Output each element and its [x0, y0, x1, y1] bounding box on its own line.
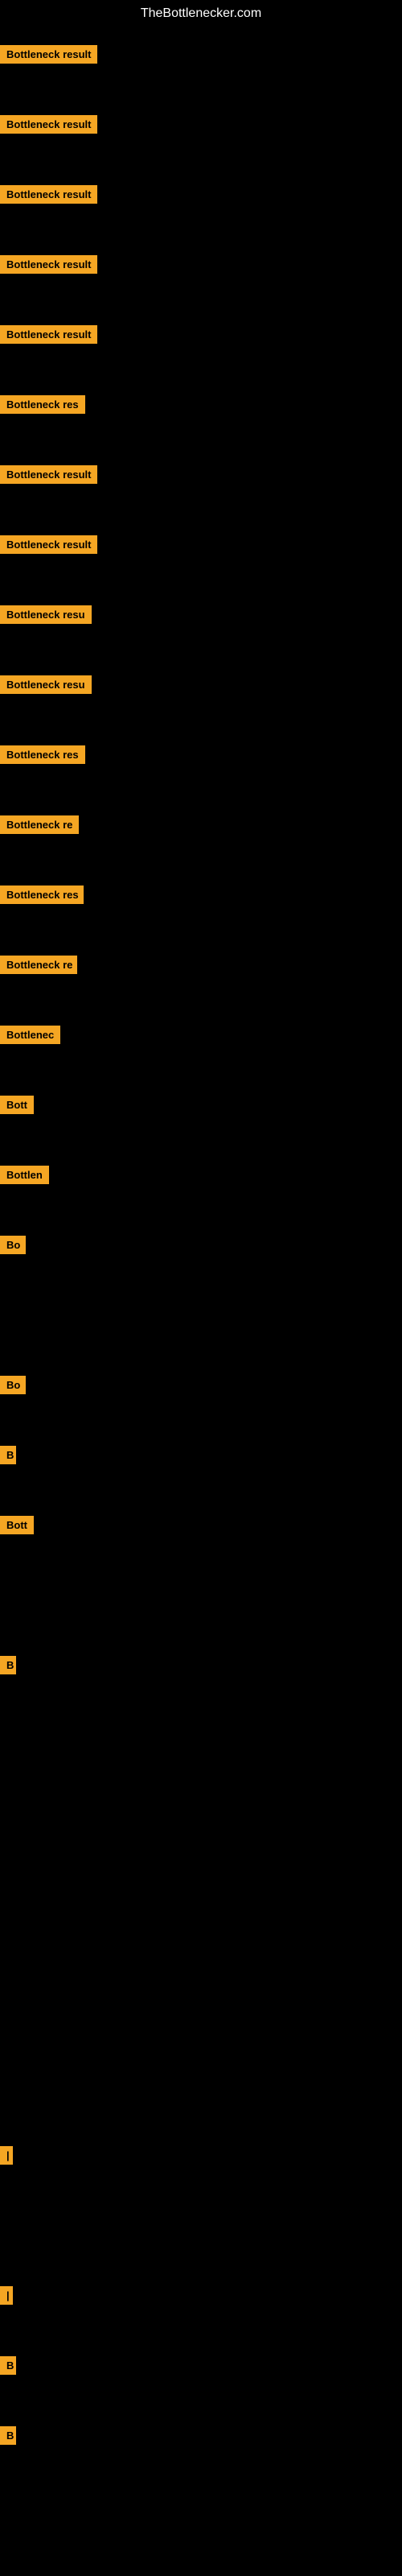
bottleneck-result-badge: Bottleneck result — [0, 255, 97, 274]
bottleneck-result-badge: Bottleneck re — [0, 815, 79, 834]
bottleneck-result-badge: Bott — [0, 1096, 34, 1114]
bottleneck-result-badge: Bottleneck result — [0, 115, 97, 134]
bottleneck-result-badge: Bo — [0, 1376, 26, 1394]
bottleneck-result-badge: Bottlen — [0, 1166, 49, 1184]
bottleneck-result-badge: Bottleneck res — [0, 745, 85, 764]
bottleneck-result-badge: Bott — [0, 1516, 34, 1534]
bottleneck-result-badge: Bottleneck result — [0, 465, 97, 484]
bottleneck-result-badge: B — [0, 1656, 16, 1674]
site-title: TheBottlenecker.com — [0, 0, 402, 27]
bottleneck-result-badge: Bottleneck result — [0, 185, 97, 204]
bottleneck-result-badge: B — [0, 2426, 16, 2445]
bottleneck-result-badge: Bottleneck re — [0, 956, 77, 974]
bottleneck-result-badge: | — [0, 2286, 13, 2305]
bottleneck-result-badge: Bo — [0, 1236, 26, 1254]
bottleneck-result-badge: Bottleneck res — [0, 395, 85, 414]
bottleneck-result-badge: Bottleneck resu — [0, 675, 92, 694]
bottleneck-result-badge: Bottleneck res — [0, 886, 84, 904]
bottleneck-result-badge: Bottleneck resu — [0, 605, 92, 624]
bottleneck-result-badge: B — [0, 2356, 16, 2375]
bottleneck-result-badge: Bottleneck result — [0, 45, 97, 64]
bottleneck-result-badge: | — [0, 2146, 13, 2165]
bottleneck-result-badge: B — [0, 1446, 16, 1464]
bottleneck-result-badge: Bottleneck result — [0, 535, 97, 554]
bottleneck-result-badge: Bottlenec — [0, 1026, 60, 1044]
bottleneck-result-badge: Bottleneck result — [0, 325, 97, 344]
